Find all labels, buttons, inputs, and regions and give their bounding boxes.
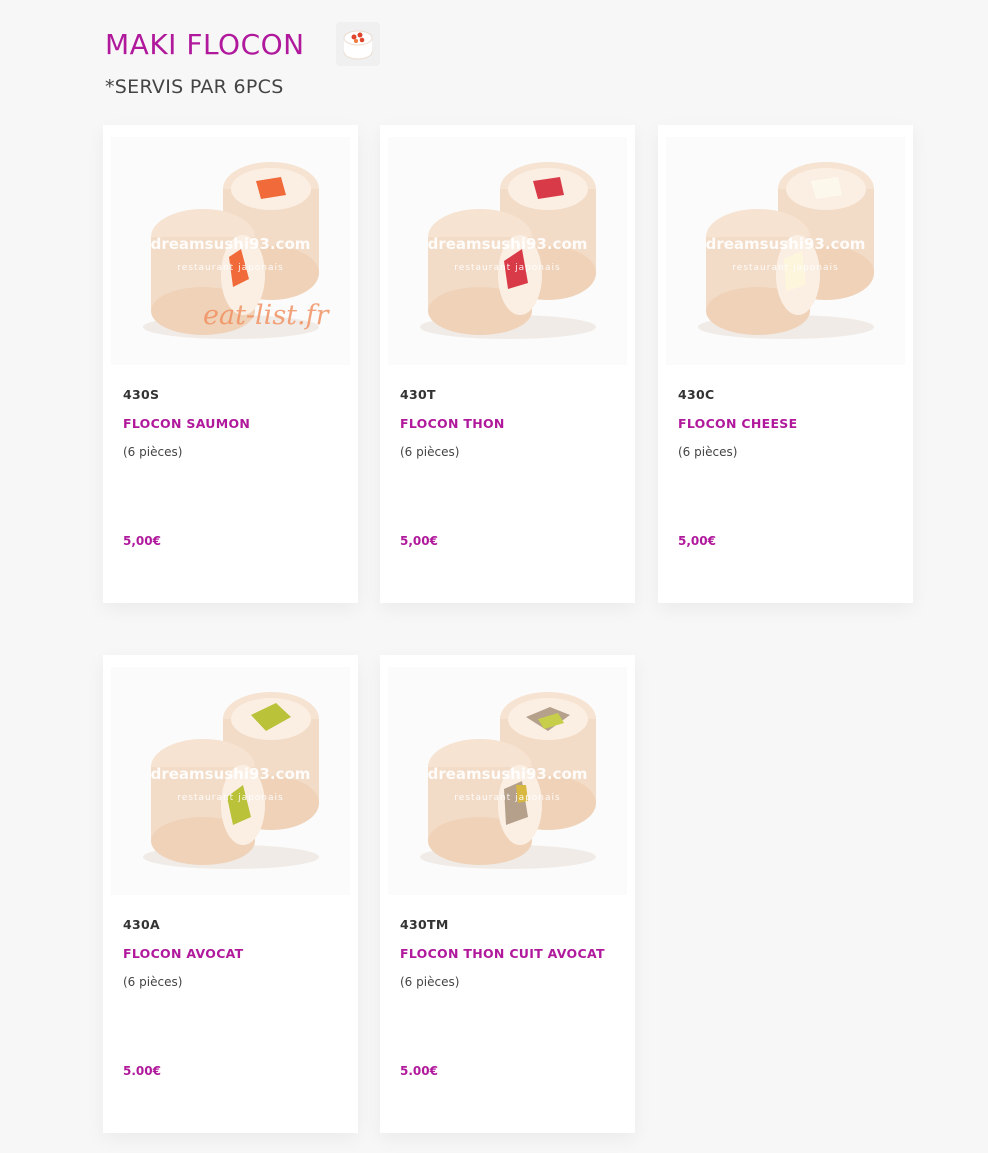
- product-price: 5,00€: [678, 534, 716, 548]
- product-card-430tm[interactable]: dreamsushi93.com restaurant japonais 430…: [380, 655, 635, 1133]
- product-photo[interactable]: dreamsushi93.com restaurant japonais: [666, 137, 905, 365]
- watermark-tagline: restaurant japonais: [454, 793, 561, 803]
- product-code: 430S: [123, 387, 160, 402]
- product-card-430a[interactable]: dreamsushi93.com restaurant japonais 430…: [103, 655, 358, 1133]
- watermark-tagline: restaurant japonais: [454, 263, 561, 273]
- product-code: 430T: [400, 387, 436, 402]
- page-subtitle: *SERVIS PAR 6PCS: [105, 76, 284, 98]
- product-price: 5.00€: [400, 1064, 438, 1078]
- watermark-site: dreamsushi93.com: [427, 765, 588, 783]
- product-name[interactable]: FLOCON THON: [400, 416, 505, 431]
- page-header: MAKI FLOCON *SERVIS PAR 6PCS: [105, 22, 380, 98]
- watermark-overlay: eat-list.fr: [203, 300, 329, 331]
- sushi-roll-icon: [335, 22, 380, 66]
- product-card-430t[interactable]: dreamsushi93.com restaurant japonais 430…: [380, 125, 635, 603]
- product-photo[interactable]: dreamsushi93.com restaurant japonais: [388, 667, 627, 895]
- watermark-site: dreamsushi93.com: [150, 235, 311, 253]
- watermark-site: dreamsushi93.com: [705, 235, 866, 253]
- product-pieces: (6 pièces): [400, 975, 460, 989]
- product-name[interactable]: FLOCON SAUMON: [123, 416, 250, 431]
- product-photo[interactable]: dreamsushi93.com restaurant japonais: [111, 667, 350, 895]
- product-code: 430C: [678, 387, 715, 402]
- page-title: MAKI FLOCON: [105, 27, 305, 61]
- product-name[interactable]: FLOCON AVOCAT: [123, 946, 244, 961]
- watermark-tagline: restaurant japonais: [732, 263, 839, 273]
- product-card-430c[interactable]: dreamsushi93.com restaurant japonais 430…: [658, 125, 913, 603]
- product-pieces: (6 pièces): [123, 445, 183, 459]
- product-card-430s[interactable]: dreamsushi93.com restaurant japonais eat…: [103, 125, 358, 603]
- product-code: 430TM: [400, 917, 449, 932]
- product-code: 430A: [123, 917, 160, 932]
- watermark-tagline: restaurant japonais: [177, 263, 284, 273]
- product-name[interactable]: FLOCON CHEESE: [678, 416, 797, 431]
- product-photo[interactable]: dreamsushi93.com restaurant japonais: [388, 137, 627, 365]
- product-pieces: (6 pièces): [678, 445, 738, 459]
- watermark-site: dreamsushi93.com: [427, 235, 588, 253]
- product-price: 5.00€: [123, 1064, 161, 1078]
- product-pieces: (6 pièces): [123, 975, 183, 989]
- product-name[interactable]: FLOCON THON CUIT AVOCAT: [400, 946, 605, 961]
- product-pieces: (6 pièces): [400, 445, 460, 459]
- product-price: 5,00€: [123, 534, 161, 548]
- watermark-tagline: restaurant japonais: [177, 793, 284, 803]
- product-photo[interactable]: dreamsushi93.com restaurant japonais eat…: [111, 137, 350, 365]
- watermark-site: dreamsushi93.com: [150, 765, 311, 783]
- product-price: 5,00€: [400, 534, 438, 548]
